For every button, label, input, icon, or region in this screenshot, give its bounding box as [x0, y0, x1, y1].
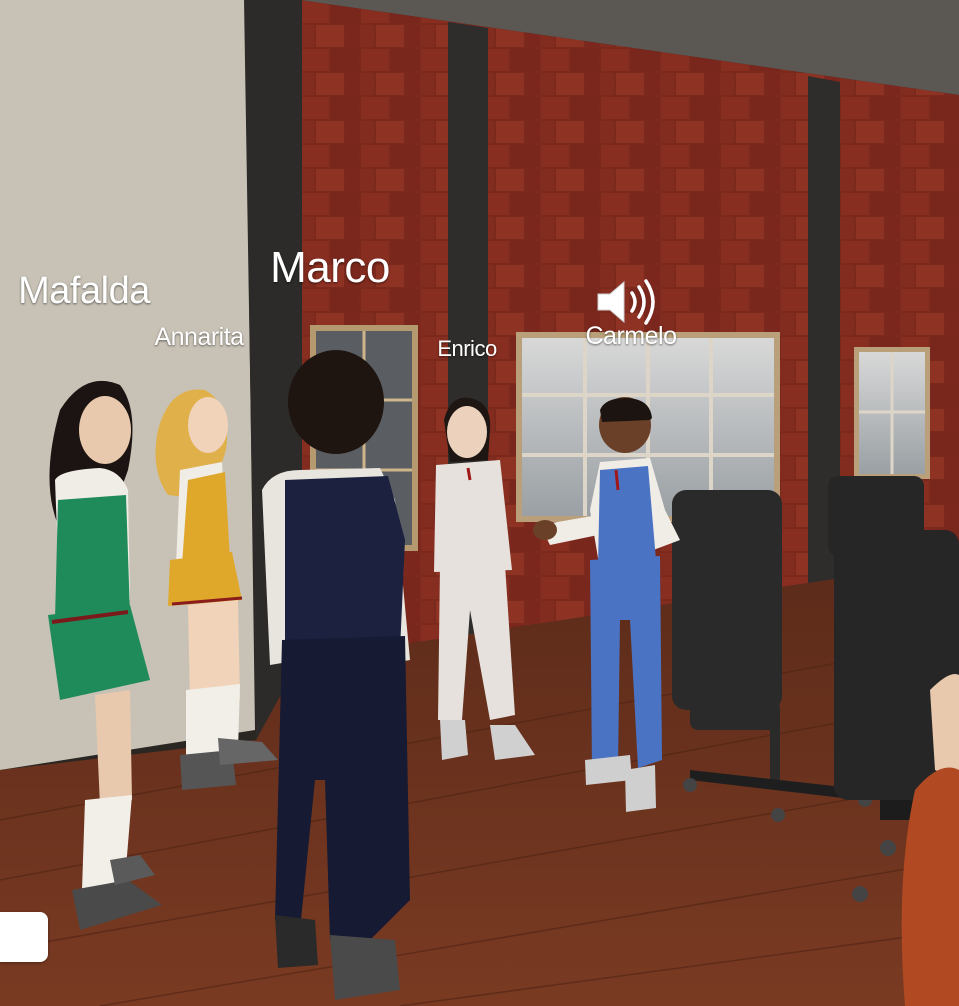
speaker-volume-icon — [597, 279, 655, 325]
nametag-enrico: Enrico — [437, 336, 497, 361]
virtual-room-viewport[interactable]: Marco Mafalda Annarita Enrico Carmelo — [0, 0, 959, 1006]
nametag-marco: Marco — [270, 243, 390, 292]
nametag-annarita: Annarita — [154, 323, 244, 351]
chat-input-box[interactable] — [0, 912, 48, 962]
window — [854, 347, 930, 479]
room-scene — [0, 0, 959, 1006]
nametag-mafalda: Mafalda — [18, 270, 150, 312]
